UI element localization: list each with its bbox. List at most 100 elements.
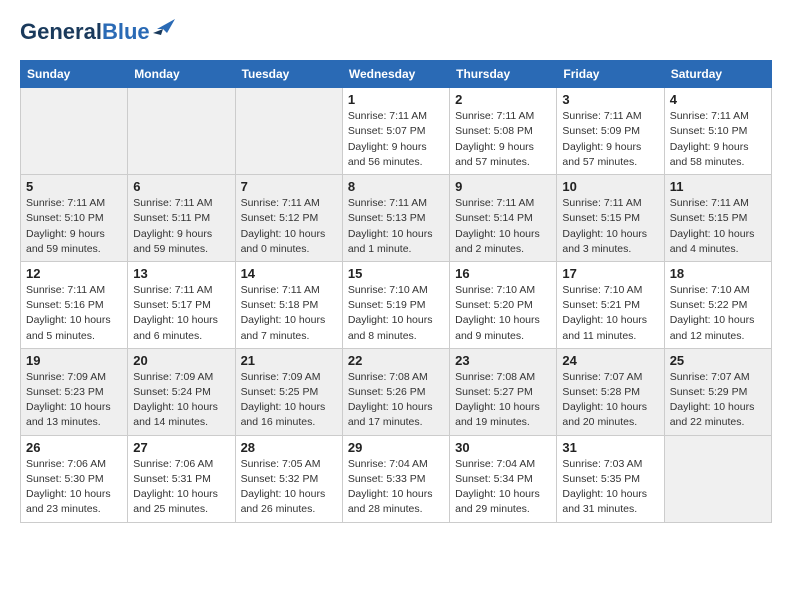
calendar-cell bbox=[664, 435, 771, 522]
day-info: Sunrise: 7:09 AMSunset: 5:25 PMDaylight:… bbox=[241, 370, 337, 431]
calendar-cell: 31 Sunrise: 7:03 AMSunset: 5:35 PMDayligh… bbox=[557, 435, 664, 522]
day-number: 29 bbox=[348, 440, 444, 455]
day-number: 10 bbox=[562, 179, 658, 194]
logo-blue: Blue bbox=[102, 19, 150, 44]
weekday-saturday: Saturday bbox=[664, 61, 771, 88]
day-number: 22 bbox=[348, 353, 444, 368]
day-number: 4 bbox=[670, 92, 766, 107]
calendar-cell: 19 Sunrise: 7:09 AMSunset: 5:23 PMDayligh… bbox=[21, 348, 128, 435]
day-info: Sunrise: 7:09 AMSunset: 5:23 PMDaylight:… bbox=[26, 370, 122, 431]
day-number: 23 bbox=[455, 353, 551, 368]
day-info: Sunrise: 7:10 AMSunset: 5:22 PMDaylight:… bbox=[670, 283, 766, 344]
calendar-cell: 28 Sunrise: 7:05 AMSunset: 5:32 PMDayligh… bbox=[235, 435, 342, 522]
day-info: Sunrise: 7:11 AMSunset: 5:16 PMDaylight:… bbox=[26, 283, 122, 344]
day-number: 19 bbox=[26, 353, 122, 368]
calendar-cell: 29 Sunrise: 7:04 AMSunset: 5:33 PMDayligh… bbox=[342, 435, 449, 522]
day-info: Sunrise: 7:11 AMSunset: 5:15 PMDaylight:… bbox=[562, 196, 658, 257]
calendar-week-2: 5 Sunrise: 7:11 AMSunset: 5:10 PMDaylight… bbox=[21, 175, 772, 262]
calendar-cell: 6 Sunrise: 7:11 AMSunset: 5:11 PMDaylight… bbox=[128, 175, 235, 262]
day-info: Sunrise: 7:08 AMSunset: 5:27 PMDaylight:… bbox=[455, 370, 551, 431]
day-number: 26 bbox=[26, 440, 122, 455]
logo-general: General bbox=[20, 19, 102, 44]
calendar-cell: 4 Sunrise: 7:11 AMSunset: 5:10 PMDaylight… bbox=[664, 88, 771, 175]
calendar-cell: 30 Sunrise: 7:04 AMSunset: 5:34 PMDayligh… bbox=[450, 435, 557, 522]
day-number: 28 bbox=[241, 440, 337, 455]
day-info: Sunrise: 7:08 AMSunset: 5:26 PMDaylight:… bbox=[348, 370, 444, 431]
weekday-friday: Friday bbox=[557, 61, 664, 88]
day-info: Sunrise: 7:11 AMSunset: 5:08 PMDaylight:… bbox=[455, 109, 551, 170]
calendar-cell: 25 Sunrise: 7:07 AMSunset: 5:29 PMDayligh… bbox=[664, 348, 771, 435]
day-info: Sunrise: 7:11 AMSunset: 5:10 PMDaylight:… bbox=[26, 196, 122, 257]
day-info: Sunrise: 7:11 AMSunset: 5:17 PMDaylight:… bbox=[133, 283, 229, 344]
day-number: 5 bbox=[26, 179, 122, 194]
calendar-week-3: 12 Sunrise: 7:11 AMSunset: 5:16 PMDayligh… bbox=[21, 261, 772, 348]
day-number: 7 bbox=[241, 179, 337, 194]
calendar-cell: 7 Sunrise: 7:11 AMSunset: 5:12 PMDaylight… bbox=[235, 175, 342, 262]
calendar-cell: 1Sunrise: 7:11 AMSunset: 5:07 PMDaylight… bbox=[342, 88, 449, 175]
calendar-cell: 2 Sunrise: 7:11 AMSunset: 5:08 PMDaylight… bbox=[450, 88, 557, 175]
calendar-cell: 14 Sunrise: 7:11 AMSunset: 5:18 PMDayligh… bbox=[235, 261, 342, 348]
logo-bird-icon bbox=[153, 19, 175, 37]
calendar-cell: 21 Sunrise: 7:09 AMSunset: 5:25 PMDayligh… bbox=[235, 348, 342, 435]
day-number: 27 bbox=[133, 440, 229, 455]
weekday-tuesday: Tuesday bbox=[235, 61, 342, 88]
day-number: 15 bbox=[348, 266, 444, 281]
day-number: 31 bbox=[562, 440, 658, 455]
day-number: 25 bbox=[670, 353, 766, 368]
day-number: 2 bbox=[455, 92, 551, 107]
calendar-cell: 5 Sunrise: 7:11 AMSunset: 5:10 PMDaylight… bbox=[21, 175, 128, 262]
day-info: Sunrise: 7:07 AMSunset: 5:29 PMDaylight:… bbox=[670, 370, 766, 431]
logo: GeneralBlue bbox=[20, 20, 175, 44]
day-number: 21 bbox=[241, 353, 337, 368]
calendar-table: SundayMondayTuesdayWednesdayThursdayFrid… bbox=[20, 60, 772, 522]
calendar-cell: 17 Sunrise: 7:10 AMSunset: 5:21 PMDayligh… bbox=[557, 261, 664, 348]
day-info: Sunrise: 7:03 AMSunset: 5:35 PMDaylight:… bbox=[562, 457, 658, 518]
calendar-cell: 23 Sunrise: 7:08 AMSunset: 5:27 PMDayligh… bbox=[450, 348, 557, 435]
calendar-cell: 13Sunrise: 7:11 AMSunset: 5:17 PMDayligh… bbox=[128, 261, 235, 348]
day-number: 6 bbox=[133, 179, 229, 194]
day-info: Sunrise: 7:11 AMSunset: 5:11 PMDaylight:… bbox=[133, 196, 229, 257]
day-info: Sunrise: 7:11 AMSunset: 5:12 PMDaylight:… bbox=[241, 196, 337, 257]
calendar-cell: 26 Sunrise: 7:06 AMSunset: 5:30 PMDayligh… bbox=[21, 435, 128, 522]
day-number: 16 bbox=[455, 266, 551, 281]
calendar-cell: 20Sunrise: 7:09 AMSunset: 5:24 PMDayligh… bbox=[128, 348, 235, 435]
calendar-cell: 12 Sunrise: 7:11 AMSunset: 5:16 PMDayligh… bbox=[21, 261, 128, 348]
calendar-cell bbox=[21, 88, 128, 175]
calendar-cell bbox=[128, 88, 235, 175]
day-number: 18 bbox=[670, 266, 766, 281]
calendar-week-4: 19 Sunrise: 7:09 AMSunset: 5:23 PMDayligh… bbox=[21, 348, 772, 435]
day-number: 9 bbox=[455, 179, 551, 194]
calendar-cell: 10 Sunrise: 7:11 AMSunset: 5:15 PMDayligh… bbox=[557, 175, 664, 262]
day-info: Sunrise: 7:11 AMSunset: 5:18 PMDaylight:… bbox=[241, 283, 337, 344]
day-info: Sunrise: 7:04 AMSunset: 5:34 PMDaylight:… bbox=[455, 457, 551, 518]
day-info: Sunrise: 7:05 AMSunset: 5:32 PMDaylight:… bbox=[241, 457, 337, 518]
calendar-cell: 27 Sunrise: 7:06 AMSunset: 5:31 PMDayligh… bbox=[128, 435, 235, 522]
calendar-cell: 9 Sunrise: 7:11 AMSunset: 5:14 PMDaylight… bbox=[450, 175, 557, 262]
calendar-cell: 22 Sunrise: 7:08 AMSunset: 5:26 PMDayligh… bbox=[342, 348, 449, 435]
day-info: Sunrise: 7:04 AMSunset: 5:33 PMDaylight:… bbox=[348, 457, 444, 518]
day-info: Sunrise: 7:06 AMSunset: 5:31 PMDaylight:… bbox=[133, 457, 229, 518]
calendar-week-1: 1Sunrise: 7:11 AMSunset: 5:07 PMDaylight… bbox=[21, 88, 772, 175]
day-info: Sunrise: 7:07 AMSunset: 5:28 PMDaylight:… bbox=[562, 370, 658, 431]
day-number: 24 bbox=[562, 353, 658, 368]
day-info: Sunrise: 7:06 AMSunset: 5:30 PMDaylight:… bbox=[26, 457, 122, 518]
page-header: GeneralBlue bbox=[20, 20, 772, 44]
day-info: Sunrise: 7:11 AMSunset: 5:10 PMDaylight:… bbox=[670, 109, 766, 170]
day-number: 11 bbox=[670, 179, 766, 194]
day-number: 17 bbox=[562, 266, 658, 281]
day-info: Sunrise: 7:10 AMSunset: 5:21 PMDaylight:… bbox=[562, 283, 658, 344]
day-info: Sunrise: 7:11 AMSunset: 5:14 PMDaylight:… bbox=[455, 196, 551, 257]
calendar-cell: 3Sunrise: 7:11 AMSunset: 5:09 PMDaylight… bbox=[557, 88, 664, 175]
calendar-cell: 18 Sunrise: 7:10 AMSunset: 5:22 PMDayligh… bbox=[664, 261, 771, 348]
day-info: Sunrise: 7:11 AMSunset: 5:13 PMDaylight:… bbox=[348, 196, 444, 257]
calendar-cell: 8Sunrise: 7:11 AMSunset: 5:13 PMDaylight… bbox=[342, 175, 449, 262]
day-number: 30 bbox=[455, 440, 551, 455]
weekday-header-row: SundayMondayTuesdayWednesdayThursdayFrid… bbox=[21, 61, 772, 88]
day-info: Sunrise: 7:11 AMSunset: 5:09 PMDaylight:… bbox=[562, 109, 658, 170]
calendar-cell bbox=[235, 88, 342, 175]
weekday-sunday: Sunday bbox=[21, 61, 128, 88]
weekday-thursday: Thursday bbox=[450, 61, 557, 88]
day-number: 1 bbox=[348, 92, 444, 107]
day-number: 14 bbox=[241, 266, 337, 281]
day-number: 12 bbox=[26, 266, 122, 281]
